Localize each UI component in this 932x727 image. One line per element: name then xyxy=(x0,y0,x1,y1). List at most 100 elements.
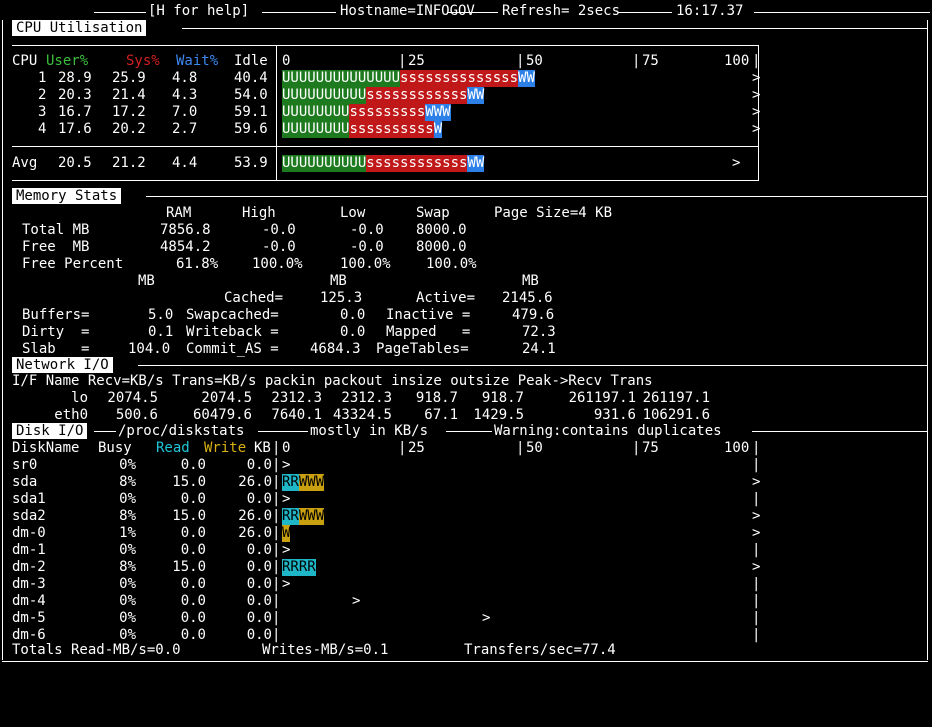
disk-read: 0.0 xyxy=(180,542,206,558)
disk-overflow: | xyxy=(752,457,761,473)
cpu-sys: 17.2 xyxy=(112,104,146,120)
disk-overflow: | xyxy=(752,542,761,558)
memory-section-title: Memory Stats xyxy=(12,188,122,204)
memory-total-row: Total MB 7856.8 -0.0 -0.0 8000.0 xyxy=(22,222,467,238)
net-peak-recv: 261197.1 xyxy=(568,390,636,406)
disk-busy: 8% xyxy=(119,508,136,524)
totals-writes: Writes-MB/s=0.1 xyxy=(262,642,389,658)
cpu-user: 28.9 xyxy=(58,70,92,86)
memory-slab-row: Slab = 104.0 Commit_AS = 4684.3 PageTabl… xyxy=(22,341,556,357)
wait-bar: WW xyxy=(467,87,485,104)
write-bar: W xyxy=(282,525,291,542)
disk-overflow: | xyxy=(752,593,761,609)
cpu-usage-bar: UUUUUUUUssssssssssW xyxy=(282,121,443,138)
disk-write: 0.0 xyxy=(246,559,272,575)
disk-row: sda2 8% 15.0 26.0 | RRWWW > xyxy=(12,508,927,525)
cpu-wait: 4.3 xyxy=(172,87,198,103)
scale-50: 50 xyxy=(526,53,543,69)
disk-busy: 0% xyxy=(119,593,136,609)
disk-bar-divider: | xyxy=(272,525,281,541)
cpu-header: CPU User% Sys% Wait% Idle 0 | 25 | 50 | 75 … xyxy=(12,53,761,69)
cpu-wait: 4.8 xyxy=(172,70,198,86)
disk-io-bar: > xyxy=(282,491,290,508)
cpu-col-label: CPU xyxy=(12,53,38,69)
network-section-title: Network I/O xyxy=(12,357,113,373)
disk-marker: > xyxy=(282,542,291,558)
disk-io-bar: > xyxy=(282,457,290,474)
cpu-overflow: > xyxy=(752,121,761,137)
cpu-user: 20.3 xyxy=(58,87,92,103)
cpu-avg-row: Avg 20.5 21.2 4.4 53.9 UUUUUUUUUUsssssss… xyxy=(12,155,927,172)
net-trans: 2074.5 xyxy=(201,390,252,406)
disk-bar-divider: | xyxy=(272,593,281,609)
avg-idle: 53.9 xyxy=(234,155,268,171)
disk-write: 0.0 xyxy=(246,457,272,473)
disk-overflow: > xyxy=(752,508,761,524)
cpu-row: 4 17.6 20.2 2.7 59.6 UUUUUUUUssssssssssW > xyxy=(12,121,927,138)
cpu-idle: 59.1 xyxy=(234,104,268,120)
net-peak-trans: 261197.1 xyxy=(642,390,710,406)
disk-overflow: > xyxy=(752,559,761,575)
cpu-sys: 25.9 xyxy=(112,70,146,86)
read-bar: RR xyxy=(282,508,299,525)
avg-sys: 21.2 xyxy=(112,155,146,171)
disk-io-bar: > xyxy=(282,542,290,559)
cpu-row: 1 28.9 25.9 4.8 40.4 UUUUUUUUUUUUUUssssssssss… xyxy=(12,70,927,87)
avg-wait: 4.4 xyxy=(172,155,198,171)
wait-bar: W xyxy=(433,121,443,138)
disk-bar-divider: | xyxy=(272,576,281,592)
avg-overflow: > xyxy=(732,155,741,171)
disk-header: DiskName Busy Read Write KB | 0 | 25 | 50 … xyxy=(12,440,761,456)
nmon-terminal[interactable]: nmon-14g [H for help] Hostname=INFOGOV R… xyxy=(0,0,932,671)
cpu-id: 3 xyxy=(38,104,47,120)
disk-busy: 8% xyxy=(119,474,136,490)
disk-write: 0.0 xyxy=(246,491,272,507)
scale-75: 75 xyxy=(642,53,659,69)
disk-write: 26.0 xyxy=(238,474,272,490)
disk-read: 0.0 xyxy=(180,457,206,473)
disk-write: 0.0 xyxy=(246,593,272,609)
net-recv: 2074.5 xyxy=(107,390,158,406)
totals-read: Totals Read-MB/s=0.0 xyxy=(12,642,181,658)
disk-row: dm-2 8% 15.0 0.0 | RRRR > xyxy=(12,559,927,576)
cpu-id: 2 xyxy=(38,87,47,103)
disk-bar-divider: | xyxy=(272,457,281,473)
sys-bar: ssssssssssss xyxy=(366,87,468,104)
cpu-id: 4 xyxy=(38,121,47,137)
cpu-sys: 21.4 xyxy=(112,87,146,103)
net-packin: 2312.3 xyxy=(271,390,322,406)
cpu-wait: 7.0 xyxy=(172,104,198,120)
disk-read: 0.0 xyxy=(180,491,206,507)
title-bar: nmon-14g xyxy=(4,3,105,36)
cpu-idle: 59.6 xyxy=(234,121,268,137)
memory-percent-row: Free Percent 61.8% 100.0% 100.0% 100.0% xyxy=(22,256,477,272)
memory-buffers-row: Buffers= 5.0 Swapcached= 0.0 Inactive = … xyxy=(22,307,555,323)
disk-row: dm-5 0% 0.0 0.0 | > | xyxy=(12,610,927,627)
wait-col-label: Wait% xyxy=(176,53,219,69)
disk-read: 0.0 xyxy=(180,610,206,626)
disk-name: sda1 xyxy=(12,491,46,507)
refresh-rate: Refresh= 2secs xyxy=(502,3,621,19)
disk-bar-divider: | xyxy=(272,491,281,507)
avg-user: 20.5 xyxy=(58,155,92,171)
memory-mb-headers: MB MB MB xyxy=(138,273,539,289)
cpu-idle: 40.4 xyxy=(234,70,268,86)
disk-overflow: > xyxy=(752,474,761,490)
disk-name: dm-5 xyxy=(12,610,46,626)
net-packout: 43324.5 xyxy=(332,407,392,423)
wait-bar: WW xyxy=(518,70,535,87)
cpu-overflow: > xyxy=(752,70,761,86)
memory-header: RAM High Low Swap Page Size=4 KB xyxy=(166,205,613,221)
avg-bar: UUUUUUUUUUssssssssssssWW xyxy=(282,155,485,172)
memory-cached-row: Cached= 125.3 Active= 2145.6 xyxy=(224,290,553,306)
cpu-row: 3 16.7 17.2 7.0 59.1 UUUUUUUUsssssssssWWW > xyxy=(12,104,927,121)
net-name: lo xyxy=(71,390,88,406)
cpu-row: 2 20.3 21.4 4.3 54.0 UUUUUUUUUUssssssssssssWW… xyxy=(12,87,927,104)
write-bar: WWW xyxy=(298,508,325,525)
scale-100: 100 xyxy=(724,53,750,69)
disk-row: sda 8% 15.0 26.0 | RRWWW > xyxy=(12,474,927,491)
cpu-overflow: > xyxy=(752,104,761,120)
disk-read: 15.0 xyxy=(172,474,206,490)
disk-totals-row: Totals Read-MB/s=0.0 Writes-MB/s=0.1 Tra… xyxy=(12,642,927,659)
user-bar: UUUUUUUUUUUUUU xyxy=(282,70,401,87)
